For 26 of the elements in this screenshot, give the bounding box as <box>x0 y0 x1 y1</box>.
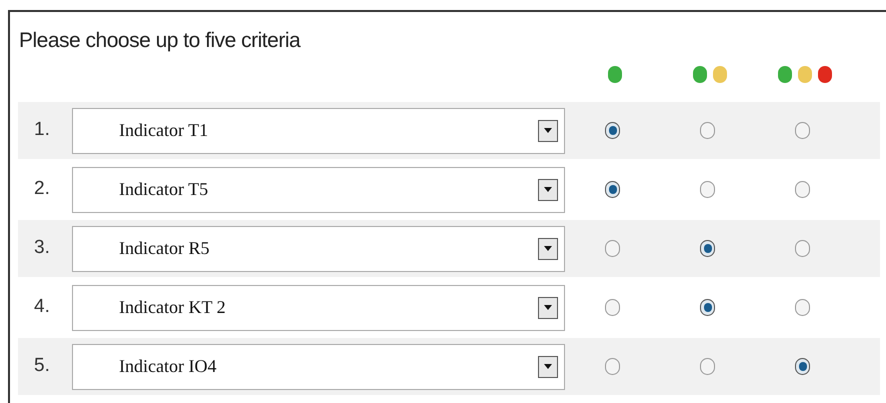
radio-button[interactable] <box>795 240 810 257</box>
row-number: 2. <box>33 177 51 202</box>
radio-button[interactable] <box>700 240 715 257</box>
criteria-dropdown[interactable]: Indicator T5 <box>72 166 565 212</box>
criteria-dropdown[interactable]: Indicator R5 <box>72 226 565 272</box>
radio-button[interactable] <box>700 358 715 375</box>
radio-button[interactable] <box>700 122 715 139</box>
radio-button[interactable] <box>605 358 620 375</box>
radio-button[interactable] <box>605 181 620 198</box>
row-number: 5. <box>33 354 51 378</box>
row-number: 4. <box>33 295 51 320</box>
radio-button[interactable] <box>605 122 620 139</box>
criteria-dropdown[interactable]: Indicator KT 2 <box>72 284 565 330</box>
row-number: 1. <box>33 118 51 142</box>
radio-button[interactable] <box>795 299 810 316</box>
radio-button[interactable] <box>795 181 810 198</box>
row-number: 3. <box>33 236 51 260</box>
radio-button[interactable] <box>795 358 810 375</box>
criteria-dropdown[interactable]: Indicator T1 <box>72 108 565 154</box>
radio-button[interactable] <box>700 299 715 316</box>
radio-button[interactable] <box>605 240 620 257</box>
radio-button[interactable] <box>795 122 810 139</box>
form-title: Please choose up to five criteria <box>18 30 302 51</box>
radio-button[interactable] <box>605 299 620 316</box>
criteria-dropdown[interactable]: Indicator IO4 <box>72 344 565 390</box>
radio-button[interactable] <box>700 181 715 198</box>
